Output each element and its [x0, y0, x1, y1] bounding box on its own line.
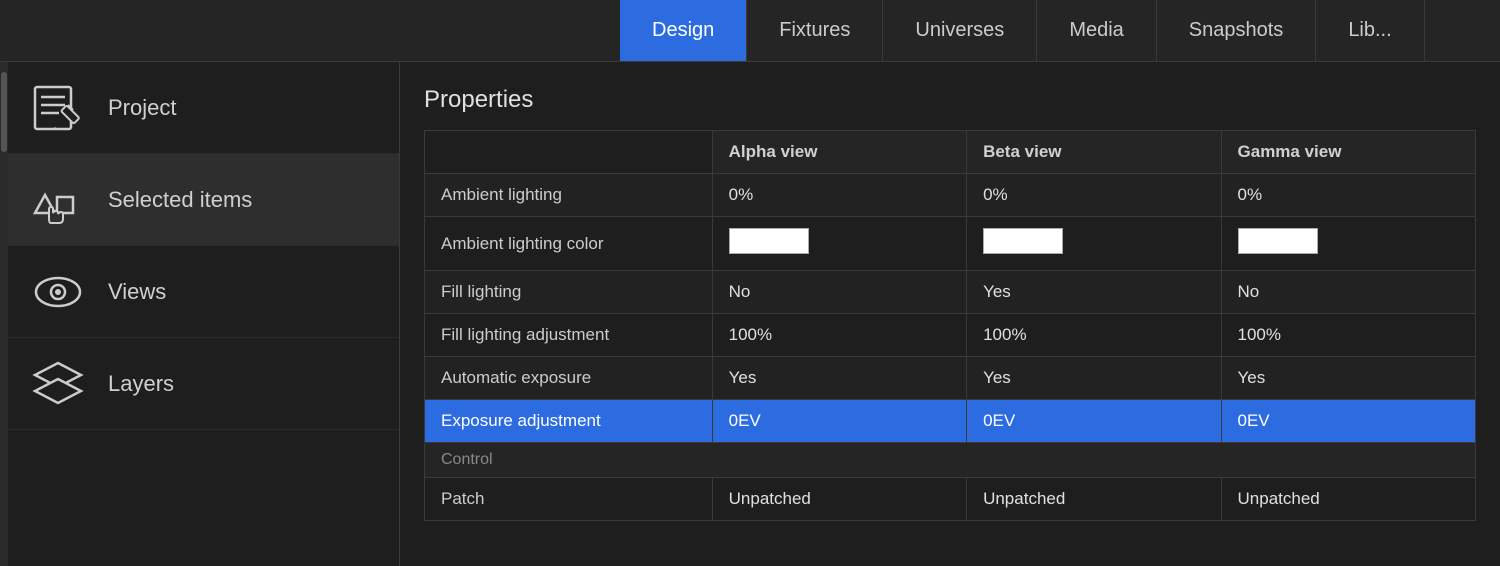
main-area: Project Selected items [0, 62, 1500, 566]
tab-universes[interactable]: Universes [883, 0, 1037, 61]
section-label: Control [425, 443, 1476, 478]
table-row: Fill lighting adjustment 100% 100% 100% [425, 314, 1476, 357]
sidebar-scrollbar[interactable] [0, 62, 8, 566]
col-header-empty [425, 131, 713, 174]
sidebar-item-layers-label: Layers [108, 371, 174, 397]
row-label: Automatic exposure [425, 357, 713, 400]
row-beta: 100% [967, 314, 1221, 357]
table-row: Ambient lighting color [425, 217, 1476, 271]
row-alpha: No [712, 271, 966, 314]
table-row: Patch Unpatched Unpatched Unpatched [425, 478, 1476, 521]
sidebar-item-project[interactable]: Project [8, 62, 399, 154]
sidebar-item-views-label: Views [108, 279, 166, 305]
row-alpha: Unpatched [712, 478, 966, 521]
selected-items-icon [28, 172, 88, 227]
row-beta-highlighted: 0EV [967, 400, 1221, 443]
row-label: Fill lighting [425, 271, 713, 314]
row-alpha: 0% [712, 174, 966, 217]
sidebar-item-selected-items-label: Selected items [108, 187, 252, 213]
tab-lib[interactable]: Lib... [1316, 0, 1424, 61]
row-beta: Yes [967, 357, 1221, 400]
col-header-gamma: Gamma view [1221, 131, 1475, 174]
scroll-thumb [1, 72, 7, 152]
row-label: Ambient lighting color [425, 217, 713, 271]
color-swatch-beta[interactable] [983, 228, 1063, 254]
sidebar-item-selected-items[interactable]: Selected items [8, 154, 399, 246]
row-gamma[interactable] [1221, 217, 1475, 271]
sidebar-items: Project Selected items [8, 62, 399, 566]
color-swatch-alpha[interactable] [729, 228, 809, 254]
row-beta: 0% [967, 174, 1221, 217]
table-row: Fill lighting No Yes No [425, 271, 1476, 314]
project-icon [28, 80, 88, 135]
properties-table: Alpha view Beta view Gamma view Ambient … [424, 130, 1476, 521]
tab-fixtures[interactable]: Fixtures [747, 0, 883, 61]
table-row: Ambient lighting 0% 0% 0% [425, 174, 1476, 217]
row-label: Ambient lighting [425, 174, 713, 217]
row-label: Fill lighting adjustment [425, 314, 713, 357]
row-alpha-highlighted: 0EV [712, 400, 966, 443]
row-label-highlighted: Exposure adjustment [425, 400, 713, 443]
table-row-highlighted[interactable]: Exposure adjustment 0EV 0EV 0EV [425, 400, 1476, 443]
row-gamma: 0% [1221, 174, 1475, 217]
color-swatch-gamma[interactable] [1238, 228, 1318, 254]
row-gamma: No [1221, 271, 1475, 314]
sidebar-item-views[interactable]: Views [8, 246, 399, 338]
views-icon [28, 264, 88, 319]
row-gamma: 100% [1221, 314, 1475, 357]
row-gamma: Yes [1221, 357, 1475, 400]
top-nav: Design Fixtures Universes Media Snapshot… [0, 0, 1500, 62]
row-beta: Yes [967, 271, 1221, 314]
row-beta[interactable] [967, 217, 1221, 271]
layers-icon [28, 356, 88, 411]
table-section-header: Control [425, 443, 1476, 478]
row-label: Patch [425, 478, 713, 521]
row-alpha: Yes [712, 357, 966, 400]
col-header-alpha: Alpha view [712, 131, 966, 174]
row-alpha[interactable] [712, 217, 966, 271]
tab-snapshots[interactable]: Snapshots [1157, 0, 1317, 61]
table-row: Automatic exposure Yes Yes Yes [425, 357, 1476, 400]
col-header-beta: Beta view [967, 131, 1221, 174]
content-area: Properties Alpha view Beta view Gamma vi… [400, 62, 1500, 566]
tab-design[interactable]: Design [620, 0, 747, 61]
row-alpha: 100% [712, 314, 966, 357]
properties-title: Properties [424, 86, 1476, 114]
row-beta: Unpatched [967, 478, 1221, 521]
sidebar-item-project-label: Project [108, 95, 176, 121]
row-gamma-highlighted: 0EV [1221, 400, 1475, 443]
tab-media[interactable]: Media [1037, 0, 1156, 61]
sidebar-item-layers[interactable]: Layers [8, 338, 399, 430]
sidebar: Project Selected items [0, 62, 400, 566]
row-gamma: Unpatched [1221, 478, 1475, 521]
